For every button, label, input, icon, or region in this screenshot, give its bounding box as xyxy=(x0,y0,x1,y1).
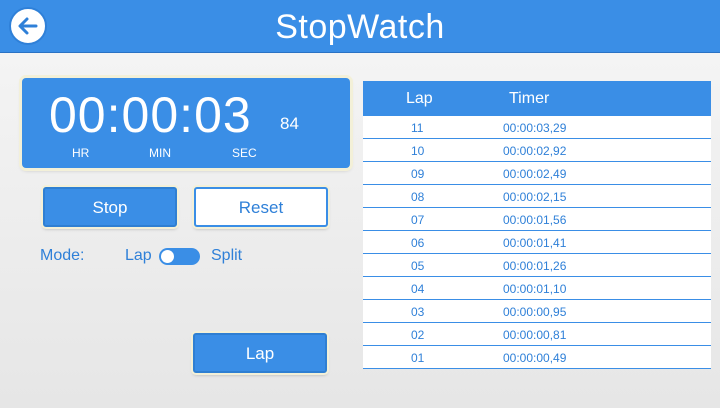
lap-time: 00:00:01,26 xyxy=(503,259,567,273)
lap-number: 11 xyxy=(411,121,424,135)
lap-button[interactable]: Lap xyxy=(193,333,327,373)
mode-split-label: Split xyxy=(211,247,243,264)
lap-time: 00:00:00,95 xyxy=(503,305,567,319)
hundredths-value: 84 xyxy=(280,114,299,133)
table-row: 02 00:00:00,81 xyxy=(363,323,711,346)
back-arrow-icon xyxy=(18,17,38,35)
hours-value: 00 xyxy=(49,87,107,143)
table-row: 11 00:00:03,29 xyxy=(363,116,711,139)
table-header: Lap Timer xyxy=(363,81,711,116)
lap-number: 06 xyxy=(411,236,425,250)
table-row: 09 00:00:02,49 xyxy=(363,162,711,185)
table-row: 07 00:00:01,56 xyxy=(363,208,711,231)
page-title: StopWatch xyxy=(275,8,445,46)
lap-time: 00:00:00,81 xyxy=(503,328,567,342)
lap-time: 00:00:00,49 xyxy=(503,351,567,365)
lap-number: 03 xyxy=(411,305,425,319)
separator: : xyxy=(179,87,195,143)
lap-time: 00:00:02,49 xyxy=(503,167,567,181)
time-digits: 00:00:03 xyxy=(49,86,252,144)
lap-time: 00:00:01,41 xyxy=(503,236,567,250)
table-row: 01 00:00:00,49 xyxy=(363,346,711,369)
lap-number: 09 xyxy=(411,167,425,181)
table-row: 06 00:00:01,41 xyxy=(363,231,711,254)
stop-button[interactable]: Stop xyxy=(43,187,177,227)
lap-number: 01 xyxy=(411,351,425,365)
lap-time: 00:00:01,10 xyxy=(503,282,567,296)
minutes-value: 00 xyxy=(121,87,180,143)
table-row: 05 00:00:01,26 xyxy=(363,254,711,277)
table-row: 03 00:00:00,95 xyxy=(363,300,711,323)
separator: : xyxy=(106,87,122,143)
seconds-value: 03 xyxy=(194,87,252,143)
lap-time: 00:00:02,15 xyxy=(503,190,567,204)
lap-number: 10 xyxy=(411,144,425,158)
lap-column-header: Lap xyxy=(406,90,433,107)
mode-lap-label: Lap xyxy=(125,247,152,264)
table-row: 04 00:00:01,10 xyxy=(363,277,711,300)
lap-number: 02 xyxy=(411,328,425,342)
hr-label: HR xyxy=(72,146,90,160)
lap-time: 00:00:02,92 xyxy=(503,144,567,158)
mode-label: Mode: xyxy=(40,247,85,264)
header-bar: StopWatch xyxy=(0,0,720,53)
back-button[interactable] xyxy=(9,7,47,45)
min-label: MIN xyxy=(149,146,171,160)
stopwatch-display: 00:00:03 84 HR MIN SEC xyxy=(22,78,350,168)
timer-column-header: Timer xyxy=(509,90,550,107)
lap-table: Lap Timer 11 00:00:03,29 10 00:00:02,92 09 00… xyxy=(363,81,711,369)
lap-rows: 11 00:00:03,29 10 00:00:02,92 09 00:00:02,49 0… xyxy=(363,116,711,369)
mode-toggle[interactable] xyxy=(159,248,200,265)
lap-number: 08 xyxy=(411,190,425,204)
table-row: 08 00:00:02,15 xyxy=(363,185,711,208)
toggle-knob xyxy=(161,250,174,263)
table-row: 10 00:00:02,92 xyxy=(363,139,711,162)
lap-time: 00:00:03,29 xyxy=(503,121,567,135)
reset-button[interactable]: Reset xyxy=(194,187,328,227)
lap-number: 07 xyxy=(411,213,425,227)
sec-label: SEC xyxy=(232,146,257,160)
lap-time: 00:00:01,56 xyxy=(503,213,567,227)
lap-number: 05 xyxy=(411,259,425,273)
lap-number: 04 xyxy=(411,282,425,296)
